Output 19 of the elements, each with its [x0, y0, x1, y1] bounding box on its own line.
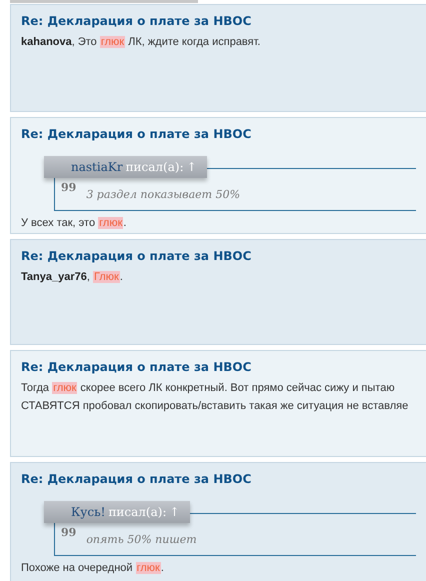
- quote-icon: 99: [61, 528, 76, 538]
- quote-icon: 99: [61, 183, 76, 193]
- post-title[interactable]: Re: Декларация о плате за НВОС: [21, 247, 252, 265]
- post-text: СТАВЯТСЯ пробовал скопировать/вставить такая же ситуация не вставляе: [21, 399, 408, 414]
- post-title[interactable]: Re: Декларация о плате за НВОС: [21, 125, 252, 143]
- post-text: Tanya_yar76, Глюк.: [21, 270, 123, 285]
- post-text: Тогда глюк скорее всего ЛК конкретный. Вот прямо сейчас сижу и пытаю: [21, 381, 395, 396]
- quote-text: 3 раздел показывает 50%: [86, 187, 240, 203]
- post-title[interactable]: Re: Декларация о плате за НВОС: [21, 470, 252, 488]
- post-text: Похоже на очередной глюк.: [21, 560, 164, 576]
- quote-text: опять 50% пишет: [86, 532, 197, 548]
- quote-author[interactable]: Кусь!: [71, 503, 106, 521]
- quote-author[interactable]: nastiaKr: [71, 158, 123, 176]
- post-text: У всех так, это глюк.: [21, 216, 126, 230]
- post-title[interactable]: Re: Декларация о плате за НВОС: [21, 358, 252, 376]
- post-text: kahanova, Это глюк ЛК, ждите когда исправят.: [21, 35, 260, 50]
- post-title[interactable]: Re: Декларация о плате за НВОС: [21, 12, 252, 30]
- quote-wrote-label: писал(а):: [108, 504, 166, 521]
- quote-wrote-label: писал(а):: [126, 159, 184, 176]
